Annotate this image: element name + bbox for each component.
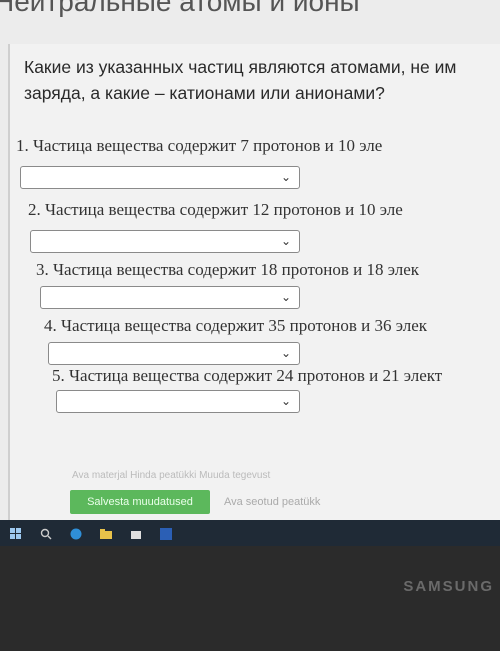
chevron-down-icon: ⌄ [280, 234, 291, 248]
save-button[interactable]: Salvesta muudatused [70, 490, 210, 514]
item-label-4: 4. Частица вещества содержит 35 протонов… [44, 316, 428, 335]
question-card: Какие из указанных частиц являются атома… [8, 44, 500, 520]
taskbar [0, 520, 500, 546]
word-icon[interactable] [160, 527, 172, 540]
chevron-down-icon: ⌄ [280, 394, 291, 408]
answer-select-3[interactable]: ⌄ [40, 286, 300, 309]
edge-icon[interactable] [70, 527, 82, 540]
item-label-2: 2. Частица вещества содержит 12 протонов… [28, 200, 403, 219]
page-title: Нейтральные атомы и ионы [0, 0, 360, 17]
windows-icon[interactable] [10, 527, 22, 539]
chevron-down-icon: ⌄ [280, 170, 291, 184]
item-label-5: 5. Частица вещества содержит 24 протонов… [52, 366, 443, 385]
monitor-bezel [0, 546, 500, 651]
chevron-down-icon: ⌄ [280, 346, 291, 360]
folder-icon[interactable] [100, 527, 112, 539]
question-text: Какие из указанных частиц являются атома… [24, 57, 457, 103]
chevron-down-icon: ⌄ [280, 290, 291, 304]
footer-links[interactable]: Ava materjal Hinda peatükki Muuda tegevu… [72, 470, 270, 481]
item-label-3: 3. Частица вещества содержит 18 протонов… [36, 260, 420, 279]
related-chapter-link[interactable]: Ava seotud peatükk [224, 496, 320, 508]
answer-select-5[interactable]: ⌄ [56, 390, 300, 413]
store-icon[interactable] [130, 527, 142, 539]
search-icon[interactable] [40, 527, 52, 540]
brand-logo: SAMSUNG [403, 578, 494, 595]
item-label-1: 1. Частица вещества содержит 7 протонов … [16, 136, 383, 155]
browser-viewport: Нейтральные атомы и ионы Какие из указан… [0, 0, 500, 520]
answer-select-4[interactable]: ⌄ [48, 342, 300, 365]
answer-select-1[interactable]: ⌄ [20, 166, 300, 189]
answer-select-2[interactable]: ⌄ [30, 230, 300, 253]
